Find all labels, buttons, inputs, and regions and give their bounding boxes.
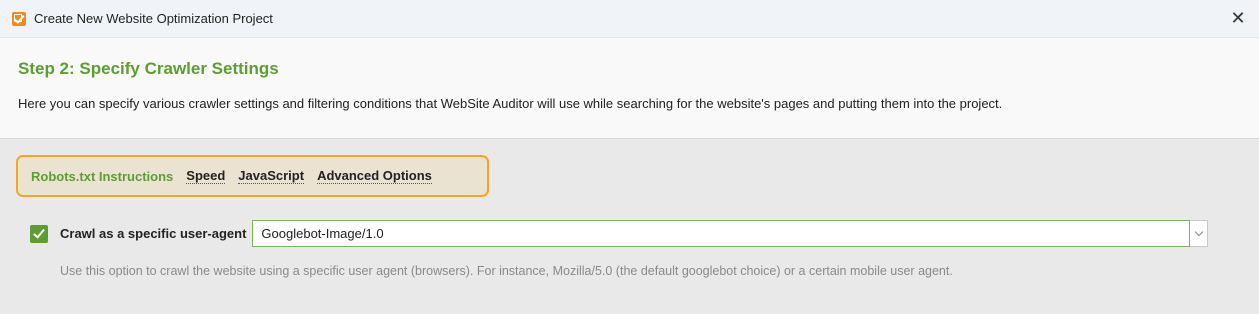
user-agent-hint: Use this option to crawl the website usi…	[60, 264, 953, 278]
step-header: Step 2: Specify Crawler Settings Here yo…	[0, 38, 1259, 139]
user-agent-row: Crawl as a specific user-agent	[30, 220, 1209, 247]
user-agent-combobox	[252, 220, 1209, 247]
user-agent-checkbox[interactable]	[30, 224, 48, 243]
chevron-down-icon	[1194, 227, 1204, 237]
settings-tabs: Robots.txt Instructions Speed JavaScript…	[16, 155, 489, 197]
window-title: Create New Website Optimization Project	[34, 11, 273, 26]
close-button[interactable]: ✕	[1227, 7, 1249, 29]
step-title: Step 2: Specify Crawler Settings	[18, 59, 279, 78]
user-agent-dropdown-button[interactable]	[1190, 220, 1209, 247]
tab-speed[interactable]: Speed	[186, 168, 226, 184]
user-agent-label: Crawl as a specific user-agent	[60, 226, 247, 241]
tab-advanced-options[interactable]: Advanced Options	[317, 168, 432, 184]
step-description: Here you can specify various crawler set…	[18, 96, 1003, 111]
app-logo-icon	[12, 11, 26, 26]
settings-panel: Robots.txt Instructions Speed JavaScript…	[0, 139, 1259, 314]
user-agent-input[interactable]	[252, 220, 1191, 247]
title-bar: Create New Website Optimization Project …	[0, 0, 1259, 38]
tab-javascript[interactable]: JavaScript	[238, 168, 305, 184]
tab-robots-txt-instructions[interactable]: Robots.txt Instructions	[31, 169, 173, 184]
